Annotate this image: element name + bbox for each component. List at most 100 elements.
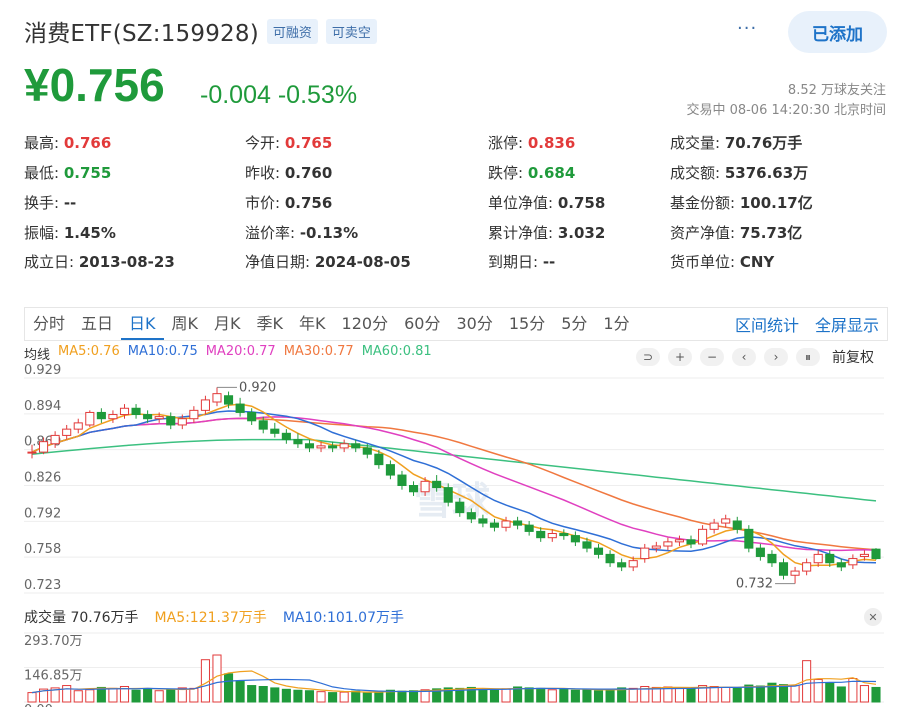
candle-body (316, 445, 326, 449)
volume-bar (62, 685, 72, 703)
stat-value: 1.45% (63, 224, 116, 242)
volume-bar (85, 689, 95, 703)
candle-body (143, 414, 153, 420)
candle-body (177, 418, 187, 426)
volume-bar (778, 684, 789, 703)
y-tick-label: 0.929 (24, 364, 61, 378)
close-icon[interactable]: ✕ (864, 608, 882, 626)
stat-item: 成立日: 2013-08-23 (24, 251, 175, 272)
volume-bar (270, 687, 280, 703)
stat-label: 净值日期: (245, 253, 315, 271)
candle-body (825, 553, 835, 564)
tab-1分[interactable]: 1分 (595, 308, 637, 340)
candle-body (212, 393, 222, 403)
price-change: -0.004 -0.53% (200, 81, 357, 110)
volume-bar (755, 685, 765, 703)
y-tick-label: 0.758 (24, 542, 61, 557)
candle-body (478, 518, 488, 524)
stat-value: -0.13% (299, 224, 359, 242)
volume-title: 成交量 70.76万手 (24, 610, 139, 626)
volume-bar (281, 688, 291, 703)
volume-bar (408, 690, 419, 703)
candle-body (39, 441, 49, 453)
volume-bar (501, 688, 511, 703)
stat-value: 0.765 (284, 134, 333, 152)
stat-label: 昨收: (245, 164, 285, 182)
vol-tick-label: 293.70万 (24, 634, 83, 649)
stat-value: -- (63, 194, 77, 212)
stat-item: 换手: -- (24, 192, 76, 213)
candle-body (651, 545, 661, 549)
stat-value: 0.758 (557, 194, 606, 212)
candle-body (443, 487, 453, 503)
stat-item: 今开: 0.765 (245, 132, 332, 153)
candle-body (501, 520, 511, 528)
stat-label: 货币单位: (670, 253, 740, 271)
tab-分时[interactable]: 分时 (25, 308, 73, 340)
stat-item: 最低: 0.755 (24, 162, 111, 183)
volume-bar (258, 685, 268, 703)
y-tick-label: 0.826 (24, 471, 61, 486)
stat-item: 单位净值: 0.758 (488, 192, 605, 213)
candle-body (663, 541, 673, 547)
candle-body (559, 533, 569, 537)
tab-季K[interactable]: 季K (249, 308, 292, 340)
range-stats-link[interactable]: 区间统计 (727, 312, 807, 336)
volume-bar (304, 690, 315, 703)
tab-5分[interactable]: 5分 (553, 308, 595, 340)
candlestick-chart[interactable]: 0.9290.8940.8600.8260.7920.7580.723雪球0.9… (0, 364, 908, 604)
tab-30分[interactable]: 30分 (448, 308, 500, 340)
tab-15分[interactable]: 15分 (501, 308, 553, 340)
candle-body (570, 535, 580, 543)
candle-body (778, 562, 789, 576)
followers-count: 8.52 万球友关注 (787, 83, 886, 98)
tab-周K[interactable]: 周K (164, 308, 207, 340)
tab-月K[interactable]: 月K (206, 308, 249, 340)
candle-body (640, 547, 650, 560)
ma-legend-item: MA20:0.77 (205, 344, 276, 359)
volume-bar (166, 689, 176, 703)
volume-bar (293, 689, 303, 703)
stat-value: 0.836 (527, 134, 576, 152)
tab-五日[interactable]: 五日 (73, 308, 121, 340)
current-price: ¥0.756 (24, 59, 165, 111)
volume-bar (709, 685, 719, 703)
added-button[interactable]: 已添加 (788, 11, 887, 53)
candle-body (50, 434, 60, 445)
fullscreen-link[interactable]: 全屏显示 (807, 312, 887, 336)
volume-chart[interactable]: 293.70万 146.85万 0.00 (0, 627, 908, 707)
volume-bar (154, 690, 164, 703)
candle-body (813, 553, 823, 564)
stat-label: 涨停: (488, 134, 528, 152)
stat-value: 0.756 (284, 194, 333, 212)
candle-body (744, 528, 754, 549)
candle-body (108, 414, 118, 420)
stat-value: 0.755 (63, 164, 112, 182)
stat-item: 振幅: 1.45% (24, 222, 116, 243)
vol-tick-label: 0.00 (24, 703, 53, 707)
more-icon[interactable]: ··· (737, 18, 757, 39)
ma-legend-item: MA30:0.77 (283, 344, 354, 359)
candle-body (628, 560, 638, 568)
stat-label: 基金份额: (670, 194, 740, 212)
stat-label: 成交量: (670, 134, 725, 152)
ma-legend-item: MA60:0.81 (361, 344, 432, 359)
candle-body (362, 447, 372, 455)
candle-body (408, 485, 419, 493)
tab-日K[interactable]: 日K (121, 308, 164, 340)
stat-label: 换手: (24, 194, 64, 212)
stat-label: 资产净值: (670, 224, 740, 242)
tab-links: 区间统计 全屏显示 (727, 312, 887, 336)
candle-body (281, 432, 291, 441)
candle-body (617, 562, 627, 568)
volume-bar (605, 689, 615, 703)
tab-120分[interactable]: 120分 (334, 308, 397, 340)
volume-bar (524, 687, 534, 703)
tab-60分[interactable]: 60分 (396, 308, 448, 340)
tab-年K[interactable]: 年K (291, 308, 334, 340)
volume-bar (651, 686, 661, 703)
stat-label: 成交额: (670, 164, 725, 182)
low-label: 0.732 (736, 577, 773, 592)
volume-ma5: MA5:121.37万手 (154, 610, 267, 626)
volume-bar (108, 687, 118, 703)
